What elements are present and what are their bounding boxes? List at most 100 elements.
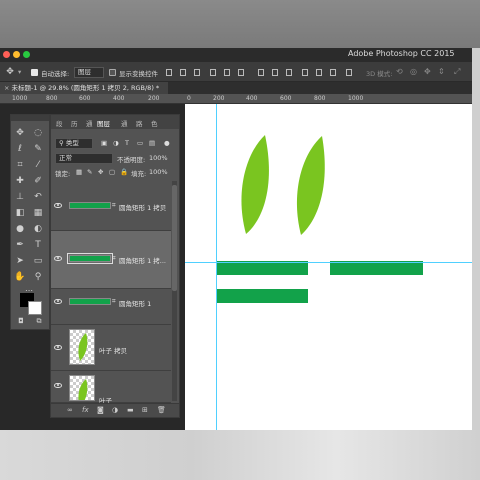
document-canvas[interactable]: [185, 104, 472, 430]
link-layers-icon[interactable]: ∞: [67, 406, 73, 414]
visibility-eye-icon[interactable]: [54, 256, 62, 261]
align-hcenter-icon[interactable]: [224, 69, 230, 76]
hand-tool-icon[interactable]: ✋: [14, 271, 26, 283]
move-tool-icon[interactable]: ✥: [14, 127, 26, 139]
align-bottom-icon[interactable]: [194, 69, 200, 76]
eyedropper-tool-icon[interactable]: ⁄: [32, 159, 44, 171]
3d-rotate-icon[interactable]: ⟲: [396, 67, 403, 76]
filter-adjustment-icon[interactable]: ◑: [113, 139, 119, 147]
pen-tool-icon[interactable]: ✒: [14, 239, 26, 251]
align-top-icon[interactable]: [166, 69, 172, 76]
eraser-tool-icon[interactable]: ◧: [14, 207, 26, 219]
layers-scrollbar[interactable]: [172, 181, 177, 401]
filter-pixel-icon[interactable]: ▣: [101, 139, 107, 147]
layer-row[interactable]: 叶子: [51, 371, 171, 405]
auto-select-checkbox[interactable]: [31, 69, 38, 76]
distribute-vcenter-icon[interactable]: [272, 69, 278, 76]
visibility-eye-icon[interactable]: [54, 383, 62, 388]
history-brush-tool-icon[interactable]: ↶: [32, 191, 44, 203]
vertical-guide[interactable]: [216, 104, 217, 430]
healing-brush-tool-icon[interactable]: ✚: [14, 175, 26, 187]
filter-shape-icon[interactable]: ▭: [137, 139, 143, 147]
trash-icon[interactable]: 🗑: [157, 406, 166, 414]
layer-name[interactable]: 叶子 拷贝: [99, 345, 127, 355]
align-right-icon[interactable]: [238, 69, 244, 76]
opacity-value[interactable]: 100%: [149, 154, 168, 162]
layer-name[interactable]: 圆角矩形 1: [119, 298, 151, 308]
tab-layers[interactable]: 图层: [97, 118, 110, 128]
lock-artboard-icon[interactable]: ▢: [109, 168, 115, 176]
distribute-left-icon[interactable]: [302, 69, 308, 76]
quick-select-tool-icon[interactable]: ✎: [32, 143, 44, 155]
auto-align-icon[interactable]: [346, 69, 352, 76]
adjustment-layer-icon[interactable]: ◑: [112, 406, 118, 414]
3d-slide-icon[interactable]: ⇕: [438, 67, 445, 76]
document-tab[interactable]: × 未标题-1 @ 29.8% (圆角矩形 1 拷贝 2, RGB/8) *: [0, 82, 168, 94]
lock-position-icon[interactable]: ✥: [98, 168, 103, 176]
crop-tool-icon[interactable]: ⌗: [14, 159, 26, 171]
rectangle-tool-icon[interactable]: ▭: [32, 255, 44, 267]
scrollbar-thumb[interactable]: [172, 185, 177, 291]
layer-row[interactable]: 叶子 拷贝: [51, 325, 171, 371]
filter-smart-object-icon[interactable]: ▤: [149, 139, 155, 147]
3d-scale-icon[interactable]: ⤢: [454, 67, 460, 77]
3d-roll-icon[interactable]: ◎: [410, 67, 417, 76]
minimize-window-button[interactable]: [13, 51, 20, 58]
gradient-tool-icon[interactable]: ▦: [32, 207, 44, 219]
tab-history[interactable]: 历: [71, 118, 78, 128]
dodge-tool-icon[interactable]: ◐: [32, 223, 44, 235]
layer-name[interactable]: 圆角矩形 1 拷...: [119, 255, 166, 265]
blend-mode-dropdown[interactable]: 正常: [55, 153, 113, 164]
type-tool-icon[interactable]: T: [32, 239, 44, 251]
distribute-bottom-icon[interactable]: [286, 69, 292, 76]
path-select-tool-icon[interactable]: ➤: [14, 255, 26, 267]
visibility-eye-icon[interactable]: [54, 345, 62, 350]
3d-drag-icon[interactable]: ✥: [424, 67, 431, 76]
new-layer-icon[interactable]: ⊞: [142, 406, 148, 414]
screen-mode-icon[interactable]: ⧉: [33, 315, 45, 327]
align-vcenter-icon[interactable]: [180, 69, 186, 76]
distribute-hcenter-icon[interactable]: [316, 69, 322, 76]
lock-transparent-icon[interactable]: ▦: [76, 168, 82, 176]
layer-row[interactable]: ⌗ 圆角矩形 1: [51, 289, 171, 325]
horizontal-guide[interactable]: [185, 262, 472, 263]
marquee-tool-icon[interactable]: ◌: [32, 127, 44, 139]
filter-type-icon[interactable]: T: [125, 139, 129, 147]
blur-tool-icon[interactable]: ●: [14, 223, 26, 235]
layer-row[interactable]: ⌗ 圆角矩形 1 拷贝: [51, 181, 171, 231]
filter-toggle-icon[interactable]: ●: [164, 139, 170, 147]
move-tool-preset-icon[interactable]: ✥: [4, 66, 16, 78]
show-transform-checkbox[interactable]: [109, 69, 116, 76]
fx-icon[interactable]: fx: [82, 406, 89, 414]
horizontal-ruler[interactable]: 1000 800 600 400 200 0 200 400 600 800 1…: [0, 94, 472, 104]
align-left-icon[interactable]: [210, 69, 216, 76]
tab-color[interactable]: 色: [151, 118, 158, 128]
distribute-top-icon[interactable]: [258, 69, 264, 76]
distribute-right-icon[interactable]: [330, 69, 336, 76]
auto-select-dropdown[interactable]: 图层: [74, 67, 104, 78]
preset-chevron-icon[interactable]: ▾: [18, 68, 21, 76]
layer-row-selected[interactable]: ⌗ 圆角矩形 1 拷...: [51, 231, 171, 289]
fill-value[interactable]: 100%: [149, 168, 168, 176]
layer-filter-dropdown[interactable]: ⚲ 类型: [55, 138, 93, 149]
zoom-window-button[interactable]: [23, 51, 30, 58]
tab-paths[interactable]: 路: [136, 118, 143, 128]
layer-name[interactable]: 圆角矩形 1 拷贝: [119, 202, 166, 212]
tab-paragraph[interactable]: 段: [56, 118, 63, 128]
zoom-tool-icon[interactable]: ⚲: [32, 271, 44, 283]
lasso-tool-icon[interactable]: ℓ: [14, 143, 26, 155]
brush-tool-icon[interactable]: ✐: [32, 175, 44, 187]
quick-mask-icon[interactable]: ◘: [15, 315, 27, 327]
clone-stamp-tool-icon[interactable]: ⊥: [14, 191, 26, 203]
visibility-eye-icon[interactable]: [54, 299, 62, 304]
tools-panel-header[interactable]: [11, 115, 49, 121]
visibility-eye-icon[interactable]: [54, 203, 62, 208]
background-color-swatch[interactable]: [28, 301, 42, 315]
tab-close-icon[interactable]: ×: [4, 84, 12, 92]
close-window-button[interactable]: [3, 51, 10, 58]
lock-all-icon[interactable]: 🔒: [120, 168, 128, 176]
add-mask-icon[interactable]: ◙: [97, 406, 104, 414]
tab-channels[interactable]: 通: [86, 118, 93, 128]
lock-image-icon[interactable]: ✎: [87, 168, 92, 176]
new-group-icon[interactable]: ▬: [127, 406, 134, 414]
